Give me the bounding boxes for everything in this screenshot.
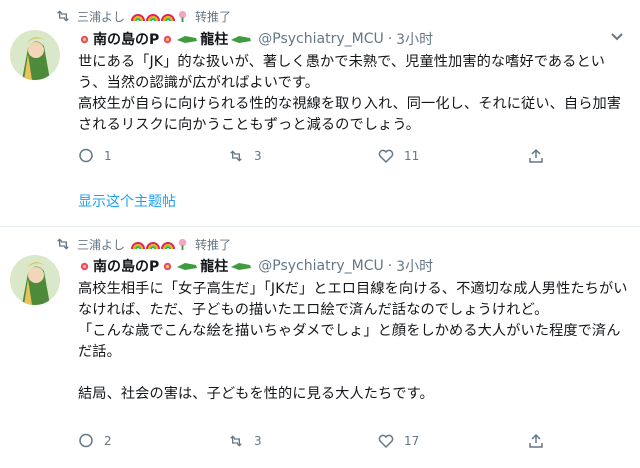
- like-icon: [378, 434, 394, 449]
- like-icon: [378, 149, 394, 164]
- action-bar: 1 3 11: [78, 148, 544, 164]
- display-name[interactable]: 南の島のP 龍柱: [78, 256, 252, 276]
- flower-emoji: [80, 35, 89, 43]
- rainbow-emoji: [131, 241, 146, 249]
- rainbow-emoji: [161, 241, 176, 249]
- rainbow-emoji: [146, 241, 161, 249]
- crocodile-emoji: [177, 36, 198, 43]
- tweet-2[interactable]: 三浦よし 转推了 南の島のP 龍柱 @Psychiatry_MCU · 3小时 …: [0, 227, 640, 467]
- separator: ·: [387, 258, 393, 274]
- tweet-text: 世にある「JK」的な扱いが、著しく愚かで未熟で、児童性加害的な嗜好であるという、…: [78, 54, 622, 133]
- retweeter-emojis: [131, 10, 189, 23]
- share-icon: [529, 433, 543, 448]
- like-button[interactable]: 17: [378, 433, 528, 449]
- retweeter-name[interactable]: 三浦よし: [77, 236, 125, 253]
- flower-emoji: [178, 238, 187, 250]
- separator: ·: [387, 31, 393, 47]
- retweet-label: 转推了: [195, 237, 232, 252]
- retweet-label: 转推了: [195, 9, 232, 24]
- flower-emoji: [80, 262, 89, 270]
- action-bar: 2 3 17: [78, 433, 544, 449]
- retweet-count: 3: [254, 149, 262, 163]
- rainbow-emoji: [146, 13, 161, 21]
- like-count: 17: [404, 434, 420, 448]
- flower-emoji: [164, 262, 172, 270]
- reply-count: 1: [104, 149, 112, 163]
- timestamp[interactable]: 3小时: [396, 256, 433, 276]
- handle[interactable]: @Psychiatry_MCU: [258, 31, 383, 47]
- retweet-icon: [230, 150, 242, 162]
- retweet-icon: [57, 10, 69, 22]
- flower-emoji: [164, 35, 172, 43]
- reply-icon: [79, 433, 93, 448]
- tweet-header: 南の島のP 龍柱 @Psychiatry_MCU · 3小时: [78, 255, 628, 277]
- retweet-icon: [57, 238, 69, 250]
- like-button[interactable]: 11: [378, 148, 528, 164]
- retweet-header: 三浦よし 转推了: [55, 7, 231, 25]
- retweeter-name[interactable]: 三浦よし: [77, 8, 125, 25]
- tweet-text: 高校生相手に「女子高生だ」「JKだ」とエロ目線を向ける、不適切な成人男性たちがい…: [78, 281, 628, 402]
- tweet-header: 南の島のP 龍柱 @Psychiatry_MCU · 3小时: [78, 28, 628, 50]
- crocodile-emoji: [231, 263, 252, 270]
- retweet-button[interactable]: 3: [228, 148, 378, 164]
- share-button[interactable]: [528, 148, 544, 164]
- retweet-count: 3: [254, 434, 262, 448]
- crocodile-emoji: [231, 36, 252, 43]
- display-name[interactable]: 南の島のP 龍柱: [78, 29, 252, 49]
- retweeter-emojis: [131, 238, 189, 251]
- reply-button[interactable]: 2: [78, 433, 228, 449]
- reply-count: 2: [104, 434, 112, 448]
- handle[interactable]: @Psychiatry_MCU: [258, 258, 383, 274]
- timestamp[interactable]: 3小时: [396, 29, 433, 49]
- retweet-icon: [230, 435, 242, 447]
- reply-icon: [79, 148, 93, 163]
- show-thread-link[interactable]: 显示这个主题帖: [78, 191, 176, 211]
- retweet-header: 三浦よし 转推了: [55, 235, 231, 253]
- flower-emoji: [178, 10, 187, 22]
- tweet-1[interactable]: 三浦よし 转推了 南の島のP 龍柱 @Psychiatry_MCU · 3小时: [0, 0, 640, 227]
- crocodile-emoji: [177, 263, 198, 270]
- rainbow-emoji: [131, 13, 146, 21]
- share-button[interactable]: [528, 433, 544, 449]
- reply-button[interactable]: 1: [78, 148, 228, 164]
- share-icon: [529, 148, 543, 163]
- avatar[interactable]: [10, 30, 60, 80]
- avatar[interactable]: [10, 255, 60, 305]
- chevron-down-icon[interactable]: [610, 32, 624, 42]
- retweet-button[interactable]: 3: [228, 433, 378, 449]
- rainbow-emoji: [161, 13, 176, 21]
- like-count: 11: [404, 149, 420, 163]
